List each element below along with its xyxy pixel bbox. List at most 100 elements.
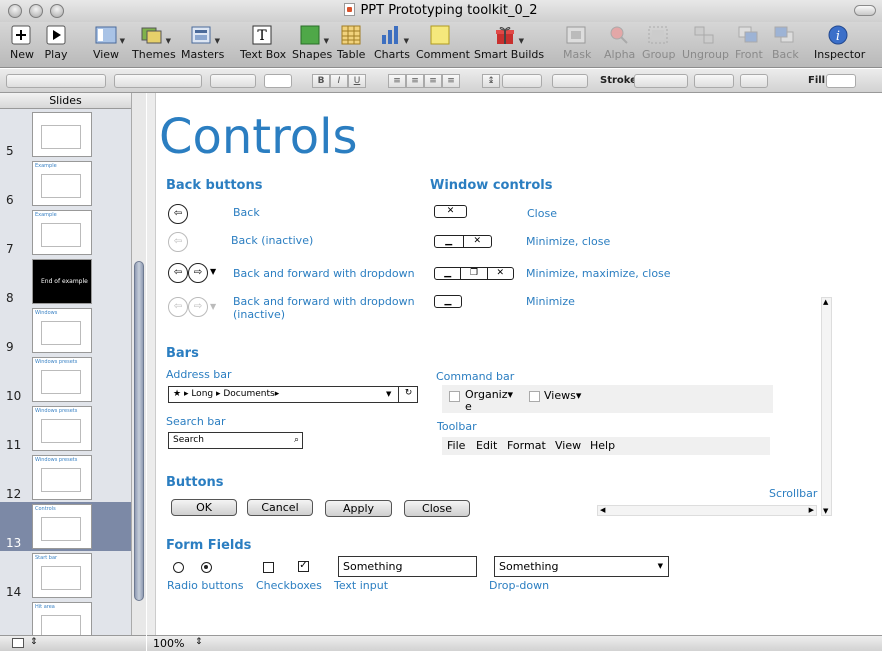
text-input[interactable]: Something (338, 556, 477, 577)
navigator-view-icon[interactable] (12, 638, 24, 648)
bars-heading: Bars (166, 346, 199, 361)
checkbox-unchecked[interactable] (263, 562, 274, 573)
slide-preview-shape (41, 419, 81, 443)
horizontal-scrollbar-sample[interactable]: ◀ ▶ (597, 505, 817, 516)
scroll-left-arrow-icon[interactable]: ◀ (600, 506, 605, 514)
dropdown[interactable]: Something ▼ (494, 556, 669, 577)
slide-preview-shape (41, 223, 81, 247)
navigator-view-stepper[interactable]: ⇕ (30, 637, 38, 647)
slide-thumbnail[interactable]: Controls 13 (0, 502, 131, 551)
slide-thumbnail[interactable]: Start bar 14 (0, 551, 131, 600)
back-button[interactable]: Back (772, 25, 799, 61)
slide-thumbnail[interactable]: Windows presets 12 (0, 453, 131, 502)
scroll-down-arrow-icon[interactable]: ▼ (823, 507, 828, 515)
menu-file[interactable]: File (447, 437, 465, 455)
search-bar[interactable]: Search ⌕ (168, 432, 303, 449)
scroll-right-arrow-icon[interactable]: ▶ (809, 506, 814, 514)
cancel-button[interactable]: Cancel (247, 499, 313, 516)
minimize-close-control[interactable]: ▁ ✕ (434, 235, 492, 248)
navigator-scrollbar[interactable] (131, 93, 146, 635)
slide-preview-title: Example (35, 163, 57, 169)
align-center-button[interactable]: ≡ (406, 74, 424, 88)
ungroup-button[interactable]: Ungroup (682, 25, 729, 61)
dropdown-arrow-icon[interactable]: ▼ (210, 267, 216, 276)
slide-thumbnail[interactable]: Example 7 (0, 208, 131, 257)
close-window-button[interactable] (8, 4, 22, 18)
bold-button[interactable]: B (312, 74, 330, 88)
italic-button[interactable]: I (330, 74, 348, 88)
radio-unselected[interactable] (173, 562, 184, 573)
view-button[interactable]: ▼ View (92, 25, 125, 61)
front-button[interactable]: Front (735, 25, 763, 61)
menu-help[interactable]: Help (590, 437, 615, 455)
align-right-button[interactable]: ≡ (424, 74, 442, 88)
mask-button[interactable]: Mask (563, 25, 591, 61)
align-justify-button[interactable]: ≡ (442, 74, 460, 88)
zoom-level[interactable]: 100% (153, 637, 184, 650)
toolbar-toggle-button[interactable] (854, 5, 876, 16)
group-button[interactable]: Group (642, 25, 676, 61)
minimize-window-button[interactable] (29, 4, 43, 18)
themes-button[interactable]: ▼ Themes (132, 25, 176, 61)
new-button[interactable]: New (10, 25, 34, 61)
play-button[interactable]: Play (44, 25, 68, 61)
address-bar[interactable]: ★ ▸ Long ▸ Documents▸ ▼ ↻ (168, 386, 418, 403)
inspector-button[interactable]: i Inspector (814, 25, 865, 61)
slide-preview-shape (41, 370, 81, 394)
masters-button[interactable]: ▼ Masters (181, 25, 224, 61)
slide-thumbnail[interactable]: Windows presets 10 (0, 355, 131, 404)
chevron-down-icon[interactable]: ▼ (386, 387, 391, 402)
vertical-scrollbar-sample[interactable]: ▲ ▼ (821, 297, 832, 516)
slide-number: 13 (6, 536, 22, 550)
fill-color-well[interactable] (826, 74, 856, 88)
back-arrow-icon[interactable]: ⇦ (168, 204, 188, 224)
close-control[interactable]: ✕ (434, 205, 467, 218)
refresh-icon[interactable]: ↻ (398, 386, 418, 403)
stroke-width-select[interactable] (694, 74, 734, 88)
table-button[interactable]: Table (337, 25, 365, 61)
font-size-select[interactable] (210, 74, 256, 88)
zoom-window-button[interactable] (50, 4, 64, 18)
minimize-maximize-close-control[interactable]: ▁ ❐ ✕ (434, 267, 514, 280)
mask-icon (565, 25, 587, 45)
ok-button[interactable]: OK (171, 499, 237, 516)
apply-button[interactable]: Apply (325, 500, 392, 517)
stroke-color-well[interactable] (740, 74, 768, 88)
zoom-stepper[interactable]: ⇕ (195, 637, 203, 647)
vertical-align-button[interactable]: ↨ (482, 74, 500, 88)
menu-format[interactable]: Format (507, 437, 546, 455)
navigator-scroll-thumb[interactable] (134, 261, 144, 601)
forward-arrow-icon[interactable]: ⇨ (188, 263, 208, 283)
back-arrow-icon[interactable]: ⇦ (168, 263, 188, 283)
menu-view[interactable]: View (555, 437, 581, 455)
minimize-control[interactable]: ▁ (434, 295, 462, 308)
slide-thumbnail[interactable]: Example 6 (0, 159, 131, 208)
text-color-well[interactable] (264, 74, 292, 88)
radio-selected[interactable] (201, 562, 212, 573)
text-box-button[interactable]: T Text Box (240, 25, 286, 61)
alpha-button[interactable]: Alpha (604, 25, 635, 61)
slide-thumbnail[interactable]: Windows presets 11 (0, 404, 131, 453)
smart-builds-button[interactable]: ▼ Smart Builds (474, 25, 544, 61)
slide-thumbnail[interactable]: 5 (0, 110, 131, 159)
checkbox-checked[interactable]: ✓ (298, 561, 309, 572)
close-button[interactable]: Close (404, 500, 470, 517)
scroll-up-arrow-icon[interactable]: ▲ (823, 298, 828, 306)
shapes-button[interactable]: ▼ Shapes (292, 25, 332, 61)
organize-menu[interactable]: Organiz▾ e (465, 389, 513, 413)
charts-button[interactable]: ▼ Charts (374, 25, 410, 61)
font-family-select[interactable] (114, 74, 202, 88)
columns-select[interactable] (552, 74, 588, 88)
views-menu[interactable]: Views▾ (544, 389, 581, 402)
align-left-button[interactable]: ≡ (388, 74, 406, 88)
slide-thumbnail[interactable]: Windows 9 (0, 306, 131, 355)
address-bar-label: Address bar (166, 368, 232, 381)
splitter[interactable] (147, 93, 156, 635)
line-spacing-select[interactable] (502, 74, 542, 88)
stroke-style-select[interactable] (634, 74, 688, 88)
slide-thumbnail[interactable]: End of example 8 (0, 257, 131, 306)
style-select[interactable] (6, 74, 106, 88)
comment-button[interactable]: Comment (416, 25, 470, 61)
underline-button[interactable]: U (348, 74, 366, 88)
menu-edit[interactable]: Edit (476, 437, 497, 455)
